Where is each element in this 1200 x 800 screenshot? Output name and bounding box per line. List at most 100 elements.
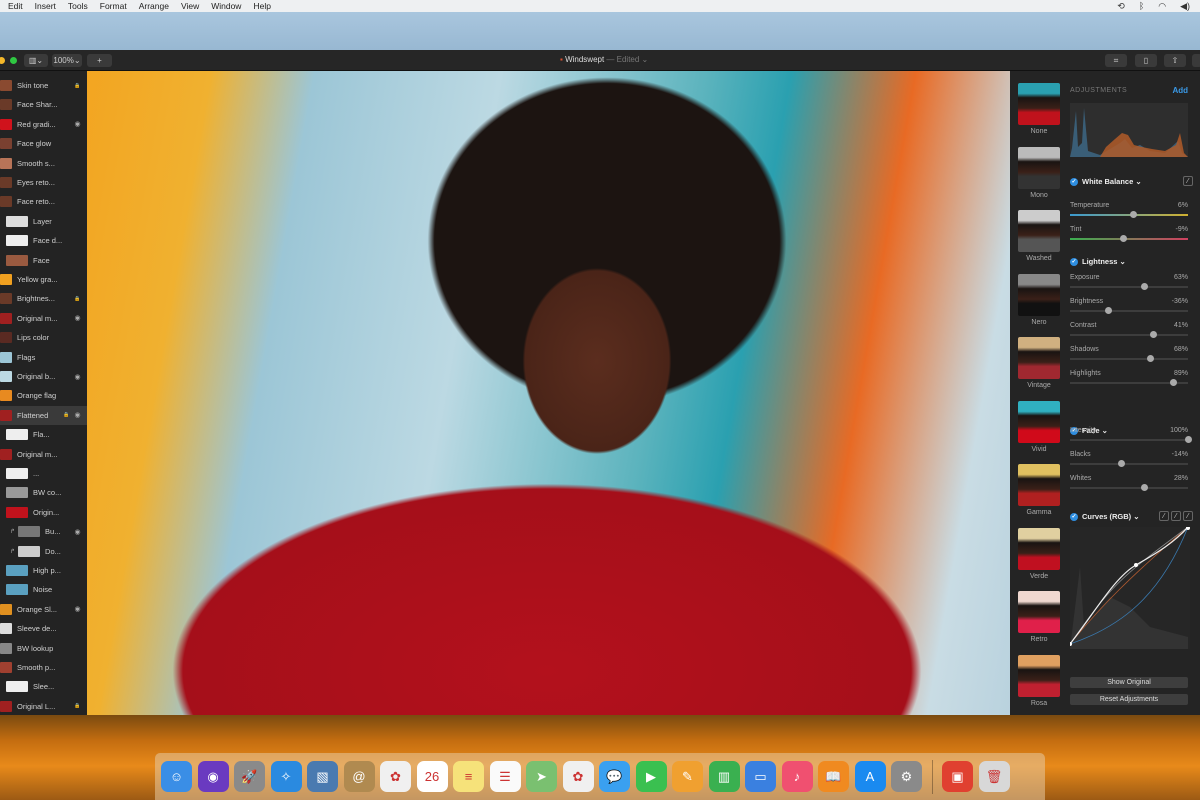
layer-row[interactable]: ↱ Bu... ◉ (0, 522, 87, 541)
add-layer-button[interactable]: + (87, 54, 112, 67)
sidebar-button[interactable] (1192, 54, 1200, 67)
slider-track[interactable] (1070, 484, 1188, 491)
slider-knob[interactable] (1185, 436, 1192, 443)
layer-row[interactable]: Fla... (0, 425, 87, 444)
layer-row[interactable]: BW co... (0, 483, 87, 502)
layer-row[interactable]: Face reto... (0, 192, 87, 211)
slider-exposure[interactable]: Exposure 63% (1070, 274, 1188, 290)
slider-track[interactable] (1070, 331, 1188, 338)
minimize-button[interactable] (0, 57, 5, 64)
slider-knob[interactable] (1117, 460, 1125, 467)
view-mode-button[interactable]: ▥⌄ (24, 54, 48, 67)
menu-edit[interactable]: Edit (8, 1, 23, 11)
slider-track[interactable] (1070, 307, 1188, 314)
slider-blacks[interactable]: Blacks -14% (1070, 451, 1188, 467)
dock-contacts-icon[interactable]: @ (343, 761, 375, 792)
dock-finder-icon[interactable]: ☺ (161, 761, 192, 792)
layer-row[interactable]: Sleeve de... (0, 619, 87, 638)
slider-knob[interactable] (1104, 307, 1112, 314)
layer-row[interactable]: Original m... ◉ (0, 309, 87, 328)
slider-knob[interactable] (1149, 331, 1157, 338)
preset-none[interactable]: None (1018, 83, 1060, 135)
slider-track[interactable] (1070, 436, 1192, 443)
slider-track[interactable] (1070, 283, 1188, 290)
lock-icon[interactable]: 🔒 (72, 703, 83, 709)
slider-whites[interactable]: Whites 28% (1070, 475, 1188, 491)
layer-row[interactable]: Original b... ◉ (0, 367, 87, 386)
slider-track[interactable] (1070, 235, 1188, 242)
format-button[interactable]: ▯ (1135, 54, 1157, 67)
dock-siri-icon[interactable]: ◉ (197, 761, 229, 792)
layer-row[interactable]: Brightnes... 🔒 (0, 289, 87, 308)
menu-arrange[interactable]: Arrange (139, 1, 169, 11)
layer-row[interactable]: Face glow (0, 134, 87, 153)
slider-knob[interactable] (1141, 484, 1149, 491)
layer-row[interactable]: Face Shar... (0, 95, 87, 114)
layer-row[interactable]: Face (0, 251, 87, 270)
checkmark-icon[interactable]: ✓ (1070, 512, 1078, 521)
preset-nero[interactable]: Nero (1018, 273, 1060, 326)
dock-pages-icon[interactable]: ✎ (672, 761, 703, 792)
slider-track[interactable] (1070, 379, 1188, 386)
preset-mono[interactable]: Mono (1018, 146, 1060, 199)
lock-icon[interactable]: 🔒 (72, 296, 83, 302)
layer-row[interactable]: Eyes reto... (0, 173, 87, 192)
slider-track[interactable] (1070, 211, 1188, 218)
section-white-balance[interactable]: ✓ White Balance ⌄ (1070, 177, 1190, 186)
crop-button[interactable]: ⌗ (1105, 54, 1127, 67)
dock-trash-icon[interactable]: 🗑 (978, 761, 1010, 792)
hidden-eye-icon[interactable]: ◉ (72, 314, 83, 322)
menu-window[interactable]: Window (211, 1, 241, 11)
curve-point[interactable] (1134, 563, 1138, 567)
menu-format[interactable]: Format (100, 1, 127, 11)
layer-row[interactable]: Yellow gra... (0, 270, 87, 289)
slider-knob[interactable] (1120, 235, 1128, 242)
dock-photos-icon[interactable]: ✿ (562, 761, 594, 792)
share-button[interactable]: ⇧ (1164, 54, 1186, 67)
reset-adjustments-button[interactable]: Reset Adjustments (1070, 694, 1188, 705)
dock-system-preferences-icon[interactable]: ⚙ (891, 761, 922, 792)
dock-preview-icon[interactable]: ▧ (307, 761, 338, 792)
dock-ibooks-icon[interactable]: 📖 (818, 761, 849, 792)
slider-knob[interactable] (1129, 211, 1137, 218)
layer-row[interactable]: Red gradi... ◉ (0, 115, 87, 134)
slider-track[interactable] (1070, 355, 1188, 362)
dock-messages-icon[interactable]: 💬 (599, 761, 630, 792)
layer-row[interactable]: Original m... (0, 445, 87, 464)
hidden-eye-icon[interactable]: ◉ (72, 528, 83, 536)
hidden-eye-icon[interactable]: ◉ (72, 373, 83, 381)
menu-help[interactable]: Help (253, 1, 270, 11)
dock-numbers-icon[interactable]: ▥ (708, 761, 740, 792)
dock-itunes-icon[interactable]: ♪ (781, 761, 813, 792)
layer-row[interactable]: Slee... (0, 677, 87, 696)
add-adjustment-button[interactable]: Add (1172, 86, 1188, 95)
dock-facetime-icon[interactable]: ▶ (635, 761, 667, 792)
menu-view[interactable]: View (181, 1, 199, 11)
layer-row[interactable]: Layer (0, 212, 87, 231)
layer-row[interactable]: Orange Sl... ◉ (0, 600, 87, 619)
document-title[interactable]: ▪ Windswept — Edited ⌄ (560, 55, 648, 64)
menu-insert[interactable]: Insert (35, 1, 56, 11)
layer-row[interactable]: BW lookup (0, 639, 87, 658)
layer-row[interactable]: Skin tone 🔒 (0, 76, 87, 95)
eyedropper-icon[interactable]: ⁄ (1171, 511, 1181, 521)
slider-shadows[interactable]: Shadows 68% (1070, 346, 1188, 362)
preset-vivid[interactable]: Vivid (1018, 400, 1060, 453)
eyedropper-icon[interactable]: ⁄ (1183, 176, 1193, 186)
show-original-button[interactable]: Show Original (1070, 677, 1188, 688)
checkmark-icon[interactable]: ✓ (1070, 257, 1078, 266)
slider-highlights[interactable]: Highlights 89% (1070, 370, 1188, 386)
slider-contrast[interactable]: Contrast 41% (1070, 322, 1188, 338)
layer-row[interactable]: Origin... (0, 503, 87, 522)
layer-row[interactable]: Smooth s... (0, 154, 87, 173)
lock-icon[interactable]: 🔒 (61, 412, 72, 418)
dock-safari-icon[interactable]: ✧ (270, 761, 302, 792)
preset-verde[interactable]: Verde (1018, 527, 1060, 580)
hidden-eye-icon[interactable]: ◉ (72, 411, 83, 419)
dock-pixelmator-pro-icon[interactable]: ▣ (942, 761, 973, 792)
layer-row[interactable]: High p... (0, 561, 87, 580)
layer-row[interactable]: ↱ Do... (0, 542, 87, 561)
layer-row[interactable]: Noise (0, 580, 87, 599)
curves-graph[interactable] (1070, 527, 1190, 649)
layer-row[interactable]: Face d... (0, 231, 87, 250)
